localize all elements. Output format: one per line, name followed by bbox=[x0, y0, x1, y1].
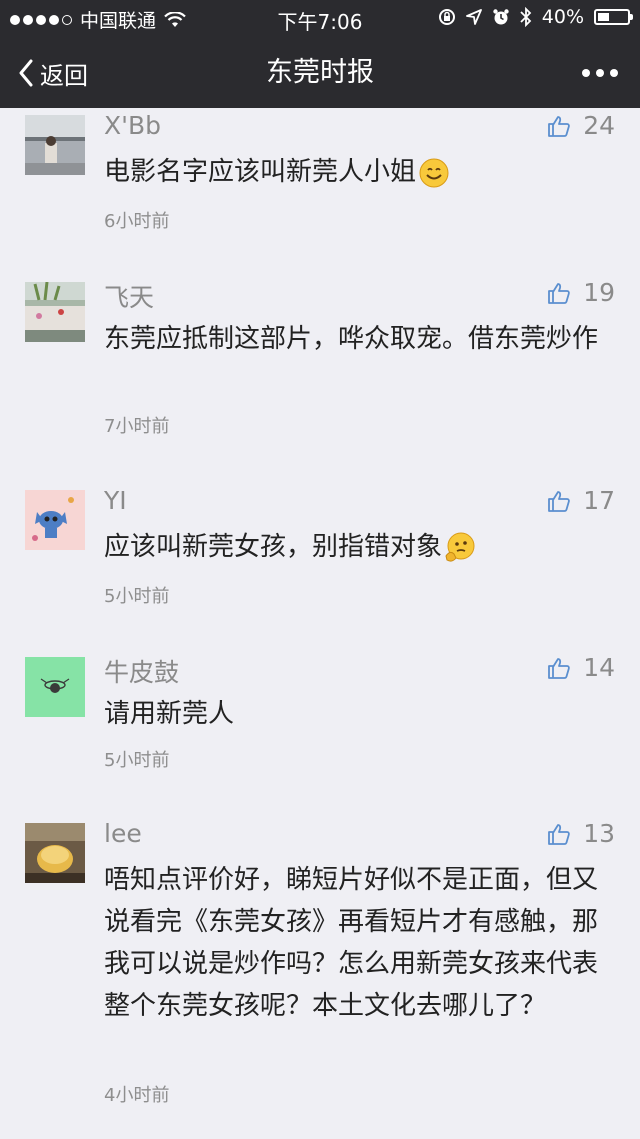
avatar[interactable] bbox=[25, 115, 85, 175]
more-button[interactable] bbox=[582, 38, 618, 108]
comment-time: 5小时前 bbox=[104, 586, 170, 607]
like-button[interactable]: 19 bbox=[547, 278, 615, 307]
alarm-icon bbox=[493, 9, 509, 25]
commenter-name[interactable]: lee bbox=[104, 819, 142, 848]
rotation-lock-icon bbox=[438, 9, 455, 25]
like-button[interactable]: 14 bbox=[547, 653, 615, 682]
bluetooth-icon bbox=[520, 7, 532, 27]
commenter-name[interactable]: 飞天 bbox=[104, 278, 154, 314]
comment-text: 电影名字应该叫新莞人小姐 bbox=[104, 151, 604, 193]
commenter-name[interactable]: 牛皮鼓 bbox=[104, 653, 179, 689]
like-count: 14 bbox=[583, 653, 615, 682]
comment-text: 请用新莞人 bbox=[104, 699, 235, 729]
thinking-emoji-icon bbox=[445, 532, 475, 562]
more-icon bbox=[582, 69, 590, 77]
thumbs-up-icon bbox=[548, 823, 570, 845]
thumbs-up-icon bbox=[548, 282, 570, 304]
like-count: 17 bbox=[583, 486, 615, 515]
thumbs-up-icon bbox=[548, 490, 570, 512]
smile-emoji-icon bbox=[419, 158, 449, 187]
status-bar: 中国联通 下午7:06 40% bbox=[0, 0, 640, 38]
like-count: 19 bbox=[583, 278, 615, 307]
battery-icon bbox=[594, 9, 633, 25]
like-button[interactable]: 17 bbox=[547, 486, 615, 515]
comment-text: 唔知点评价好，睇短片好似不是正面，但又说看完《东莞女孩》再看短片才有感触，那我可… bbox=[104, 865, 599, 1021]
avatar[interactable] bbox=[25, 823, 85, 883]
commenter-name[interactable]: YI bbox=[104, 486, 127, 515]
thumbs-up-icon bbox=[548, 115, 570, 137]
like-button[interactable]: 13 bbox=[547, 819, 615, 848]
comment-time: 7小时前 bbox=[104, 416, 170, 437]
page-title: 东莞时报 bbox=[266, 57, 374, 88]
comment-text: 应该叫新莞女孩，别指错对象 bbox=[104, 526, 604, 568]
comment-text: 东莞应抵制这部片，哗众取宠。借东莞炒作 bbox=[104, 324, 599, 354]
battery-level bbox=[598, 13, 609, 21]
nav-bar: 返回 东莞时报 bbox=[0, 38, 640, 108]
status-right: 40% bbox=[438, 6, 633, 28]
avatar[interactable] bbox=[25, 490, 85, 550]
comment-time: 5小时前 bbox=[104, 750, 170, 771]
like-count: 24 bbox=[583, 111, 615, 140]
location-icon bbox=[465, 9, 482, 25]
avatar[interactable] bbox=[25, 657, 85, 717]
comment-time: 6小时前 bbox=[104, 211, 170, 232]
like-count: 13 bbox=[583, 819, 615, 848]
like-button[interactable]: 24 bbox=[547, 111, 615, 140]
battery-percent: 40% bbox=[541, 6, 584, 28]
commenter-name[interactable]: X'Bb bbox=[104, 111, 161, 140]
thumbs-up-icon bbox=[548, 657, 570, 679]
comment-time: 4小时前 bbox=[104, 1085, 170, 1106]
avatar[interactable] bbox=[25, 282, 85, 342]
